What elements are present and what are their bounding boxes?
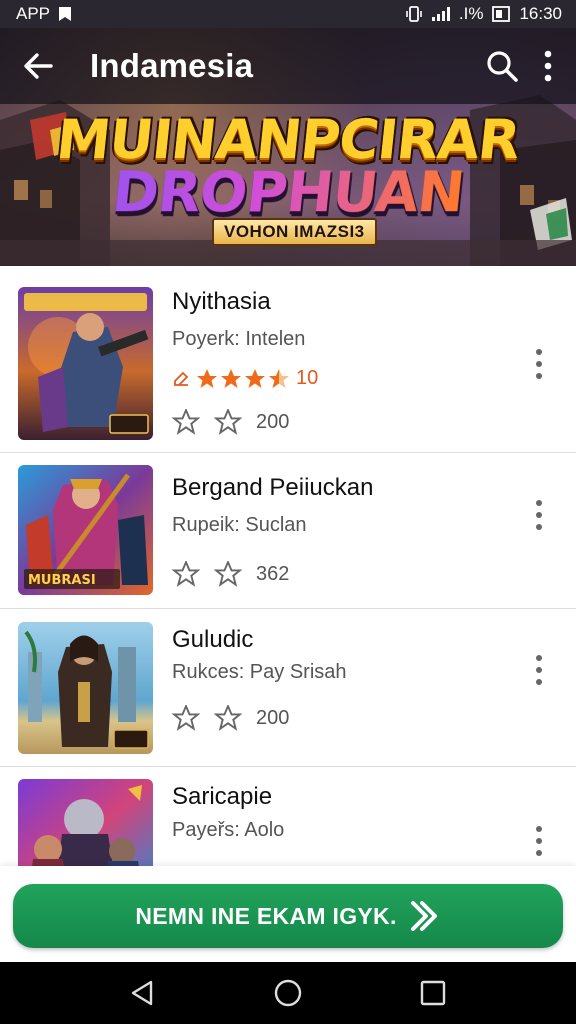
rating-row: 10 — [172, 367, 318, 390]
search-button[interactable] — [476, 40, 528, 92]
star-outline-icon[interactable] — [172, 705, 200, 731]
app-bar: Indamesia — [0, 28, 576, 104]
banner-subtitle: VOHON IMAZSI3 — [212, 218, 377, 246]
game-list: Nyithasia Poyerk: Intelen 10 200 MUBRASI… — [0, 266, 576, 866]
star-outline-icon[interactable] — [214, 409, 242, 435]
more-vert-icon — [536, 349, 542, 379]
item-more-button[interactable] — [522, 819, 556, 863]
game-publisher: Rupeik: Suclan — [172, 514, 307, 536]
nav-home-icon — [274, 979, 302, 1007]
signal-icon — [431, 6, 451, 22]
more-vert-icon — [544, 50, 552, 82]
nav-back-icon — [131, 980, 152, 1006]
list-item[interactable]: MUBRASI Bergand Peiiuckan Rupeik: Suclan… — [0, 453, 576, 609]
more-options-button[interactable] — [528, 40, 568, 92]
banner-title-line2: DROPHUAN — [0, 160, 576, 225]
nav-recents-icon — [421, 980, 446, 1006]
battery-percent: .I% — [458, 4, 484, 23]
more-vert-icon — [536, 655, 542, 685]
game-publisher: Poyerk: Intelen — [172, 328, 306, 350]
nav-back-button[interactable] — [115, 965, 171, 1021]
back-button[interactable] — [12, 40, 64, 92]
game-thumbnail[interactable] — [18, 622, 153, 754]
nav-recents-button[interactable] — [405, 965, 461, 1021]
back-arrow-icon — [24, 53, 53, 79]
battery-icon — [491, 5, 511, 23]
item-more-button[interactable] — [522, 342, 556, 386]
list-item[interactable]: Nyithasia Poyerk: Intelen 10 200 — [0, 266, 576, 453]
game-thumbnail[interactable]: MUBRASI — [18, 465, 153, 595]
primary-action-button[interactable]: NEMN INE EKAM IGYK. — [13, 884, 563, 948]
game-thumbnail[interactable] — [18, 287, 153, 440]
vibrate-icon — [405, 5, 423, 23]
stats-row: 200 — [172, 705, 289, 731]
double-chevron-right-icon — [410, 901, 437, 931]
stat-count: 200 — [256, 706, 290, 729]
more-vert-icon — [536, 500, 542, 530]
game-title[interactable]: Bergand Peiiuckan — [172, 474, 373, 502]
game-title[interactable]: Nyithasia — [172, 288, 271, 316]
game-title[interactable]: Saricapie — [172, 783, 272, 811]
game-title[interactable]: Guludic — [172, 626, 253, 654]
page-title: Indamesia — [90, 47, 254, 84]
star-outline-icon[interactable] — [172, 409, 200, 435]
game-publisher: Payeřs: Aolo — [172, 819, 285, 841]
more-vert-icon — [536, 826, 542, 856]
stats-row: 362 — [172, 561, 289, 587]
rating-stars — [197, 368, 289, 388]
nav-home-button[interactable] — [260, 965, 316, 1021]
banner-logo: MUINANPCIRAR DROPHUAN VOHON IMAZSI3 — [0, 104, 576, 264]
thumbnail-caption: MUBRASI — [28, 573, 96, 588]
star-outline-icon[interactable] — [172, 561, 200, 587]
clock: 16:30 — [519, 4, 562, 23]
hero-banner: Indamesia MUINANPCIRAR DROPHUAN VOHON IM… — [0, 0, 576, 266]
system-nav-bar — [0, 962, 576, 1024]
star-outline-icon[interactable] — [214, 561, 242, 587]
cta-label: NEMN INE EKAM IGYK. — [135, 902, 397, 929]
game-publisher: Rukces: Pay Srisah — [172, 661, 347, 683]
rating-value: 10 — [296, 367, 319, 389]
stat-count: 362 — [256, 562, 290, 585]
list-item[interactable]: Saricapie Payeřs: Aolo — [0, 767, 576, 866]
search-icon — [487, 51, 518, 82]
cta-area: NEMN INE EKAM IGYK. — [0, 866, 576, 962]
item-more-button[interactable] — [522, 493, 556, 537]
notification-icon — [58, 6, 72, 22]
status-app-label: APP — [16, 4, 51, 23]
list-item[interactable]: Guludic Rukces: Pay Srisah 200 — [0, 609, 576, 767]
stat-count: 200 — [256, 410, 290, 433]
star-outline-icon[interactable] — [214, 705, 242, 731]
edit-icon — [174, 371, 189, 386]
game-thumbnail[interactable] — [18, 779, 153, 866]
status-bar: APP .I% 16:30 — [0, 0, 576, 28]
item-more-button[interactable] — [522, 648, 556, 692]
stats-row: 200 — [172, 409, 289, 435]
